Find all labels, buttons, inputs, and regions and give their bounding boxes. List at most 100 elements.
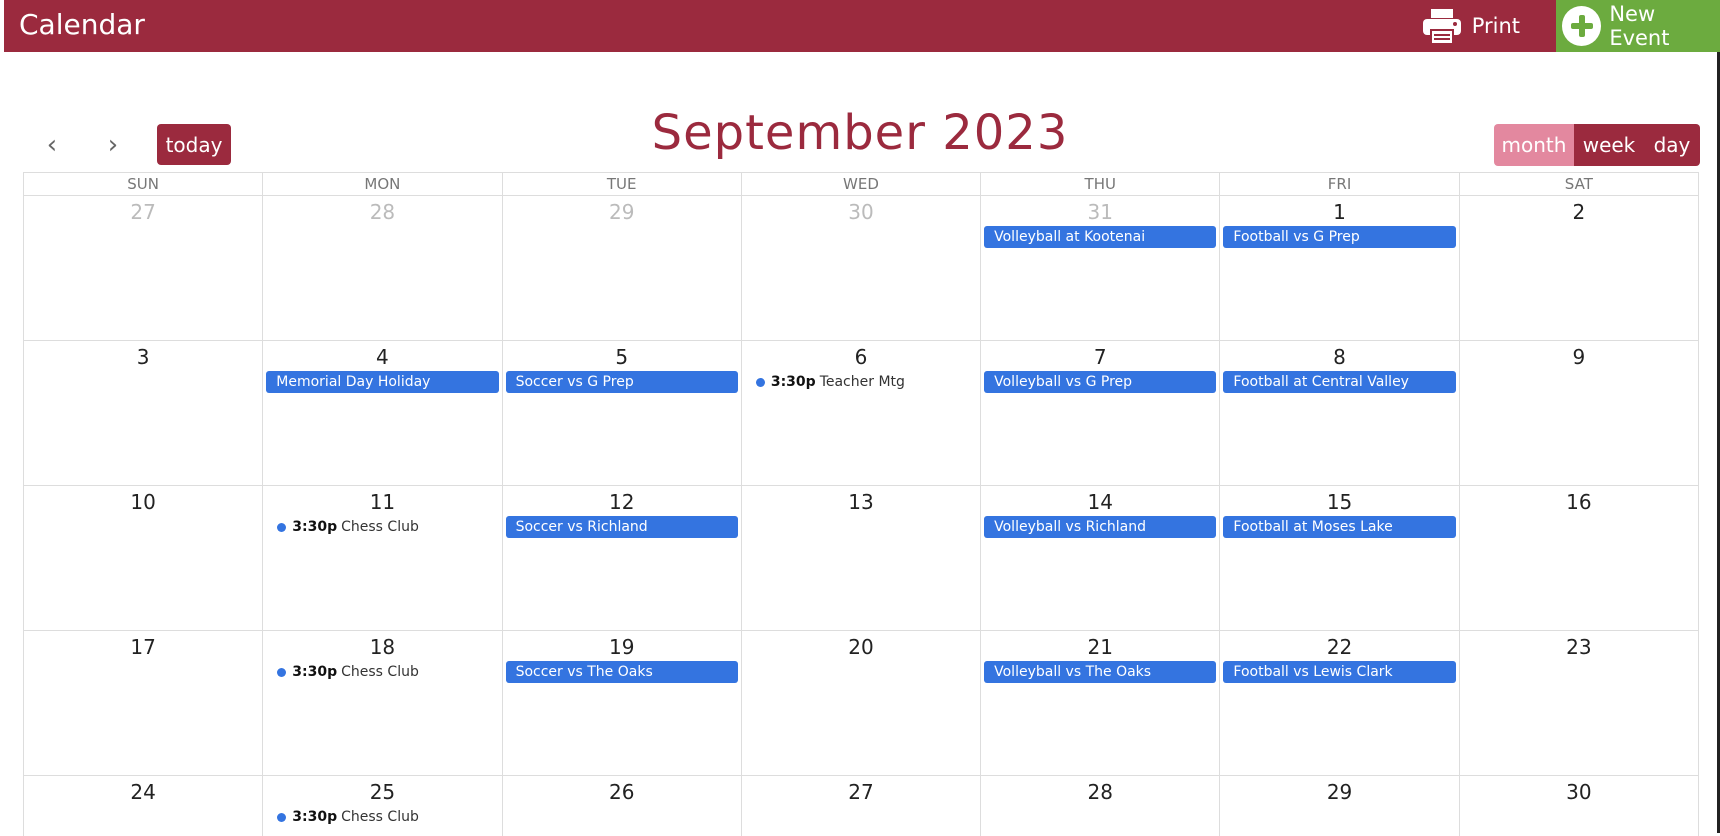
day-cell[interactable]: 18 3:30p Chess Club bbox=[262, 631, 501, 775]
day-number[interactable]: 1 bbox=[1220, 200, 1458, 224]
timed-event[interactable]: 3:30p Chess Club bbox=[277, 516, 498, 538]
day-cell[interactable]: 8 Football at Central Valley bbox=[1219, 341, 1458, 485]
event-dot-icon bbox=[277, 667, 287, 677]
day-number[interactable]: 29 bbox=[503, 200, 741, 224]
day-number[interactable]: 29 bbox=[1220, 780, 1458, 804]
day-cell[interactable]: 21 Volleyball vs The Oaks bbox=[980, 631, 1219, 775]
day-number[interactable]: 13 bbox=[742, 490, 980, 514]
week-view-button[interactable]: week bbox=[1574, 124, 1644, 166]
day-number[interactable]: 25 bbox=[263, 780, 501, 804]
print-button[interactable]: Print bbox=[1420, 0, 1520, 52]
day-number[interactable]: 3 bbox=[24, 345, 262, 369]
day-number[interactable]: 19 bbox=[503, 635, 741, 659]
day-number[interactable]: 7 bbox=[981, 345, 1219, 369]
day-number[interactable]: 30 bbox=[742, 200, 980, 224]
print-label: Print bbox=[1471, 14, 1520, 38]
day-number[interactable]: 24 bbox=[24, 780, 262, 804]
day-number[interactable]: 11 bbox=[263, 490, 501, 514]
month-view-button[interactable]: month bbox=[1494, 124, 1574, 166]
day-number[interactable]: 21 bbox=[981, 635, 1219, 659]
calendar-event[interactable]: Soccer vs G Prep bbox=[505, 371, 738, 393]
day-cell[interactable]: 13 bbox=[740, 486, 980, 630]
day-number[interactable]: 6 bbox=[742, 345, 980, 369]
weekday-label: SUN bbox=[23, 173, 262, 195]
day-cell[interactable]: 26 bbox=[501, 776, 741, 836]
day-cell[interactable]: 30 bbox=[740, 196, 980, 340]
day-number[interactable]: 28 bbox=[263, 200, 501, 224]
day-cell[interactable]: 17 bbox=[23, 631, 262, 775]
day-cell[interactable]: 11 3:30p Chess Club bbox=[262, 486, 501, 630]
day-number[interactable]: 10 bbox=[24, 490, 262, 514]
day-number[interactable]: 4 bbox=[263, 345, 501, 369]
event-dot-icon bbox=[277, 522, 287, 532]
day-number[interactable]: 31 bbox=[981, 200, 1219, 224]
day-cell[interactable]: 1 Football vs G Prep bbox=[1219, 196, 1458, 340]
day-cell[interactable]: 29 bbox=[1219, 776, 1458, 836]
day-cell[interactable]: 24 bbox=[23, 776, 262, 836]
day-number[interactable]: 22 bbox=[1220, 635, 1458, 659]
calendar-event[interactable]: Football at Moses Lake bbox=[1223, 516, 1456, 538]
calendar-event[interactable]: Soccer vs The Oaks bbox=[505, 661, 738, 683]
calendar-event[interactable]: Volleyball vs G Prep bbox=[984, 371, 1217, 393]
calendar-event[interactable]: Volleyball vs The Oaks bbox=[984, 661, 1217, 683]
day-cell[interactable]: 10 bbox=[23, 486, 262, 630]
day-number[interactable]: 17 bbox=[24, 635, 262, 659]
day-cell[interactable]: 9 bbox=[1458, 341, 1699, 485]
day-view-button[interactable]: day bbox=[1644, 124, 1700, 166]
day-cell[interactable]: 31 Volleyball at Kootenai bbox=[980, 196, 1219, 340]
day-number[interactable]: 23 bbox=[1460, 635, 1698, 659]
timed-event[interactable]: 3:30p Teacher Mtg bbox=[755, 371, 977, 393]
day-number[interactable]: 27 bbox=[742, 780, 980, 804]
day-cell[interactable]: 12 Soccer vs Richland bbox=[501, 486, 741, 630]
day-cell[interactable]: 3 bbox=[23, 341, 262, 485]
day-number[interactable]: 14 bbox=[981, 490, 1219, 514]
day-cell[interactable]: 27 bbox=[740, 776, 980, 836]
calendar-event[interactable]: Volleyball at Kootenai bbox=[984, 226, 1217, 248]
day-cell[interactable]: 16 bbox=[1458, 486, 1699, 630]
day-cell[interactable]: 25 3:30p Chess Club bbox=[262, 776, 501, 836]
day-number[interactable]: 2 bbox=[1460, 200, 1698, 224]
day-cell[interactable]: 7 Volleyball vs G Prep bbox=[980, 341, 1219, 485]
new-event-button[interactable]: New Event bbox=[1556, 0, 1720, 52]
day-cell[interactable]: 27 bbox=[23, 196, 262, 340]
calendar-event[interactable]: Football vs G Prep bbox=[1223, 226, 1456, 248]
calendar-event[interactable]: Soccer vs Richland bbox=[505, 516, 738, 538]
day-number[interactable]: 20 bbox=[742, 635, 980, 659]
day-number[interactable]: 27 bbox=[24, 200, 262, 224]
day-cell[interactable]: 28 bbox=[980, 776, 1219, 836]
event-dot-icon bbox=[277, 812, 287, 822]
calendar-event[interactable]: Football vs Lewis Clark bbox=[1223, 661, 1456, 683]
day-cell[interactable]: 29 bbox=[501, 196, 741, 340]
day-number[interactable]: 12 bbox=[503, 490, 741, 514]
day-cell[interactable]: 22 Football vs Lewis Clark bbox=[1219, 631, 1458, 775]
day-number[interactable]: 5 bbox=[503, 345, 741, 369]
day-number[interactable]: 16 bbox=[1460, 490, 1698, 514]
calendar-event[interactable]: Football at Central Valley bbox=[1223, 371, 1456, 393]
weekday-label: TUE bbox=[501, 173, 741, 195]
day-number[interactable]: 15 bbox=[1220, 490, 1458, 514]
day-number[interactable]: 9 bbox=[1460, 345, 1698, 369]
day-number[interactable]: 30 bbox=[1460, 780, 1698, 804]
day-cell[interactable]: 19 Soccer vs The Oaks bbox=[501, 631, 741, 775]
day-cell[interactable]: 28 bbox=[262, 196, 501, 340]
day-cell[interactable]: 30 bbox=[1458, 776, 1699, 836]
day-cell[interactable]: 23 bbox=[1458, 631, 1699, 775]
day-cell[interactable]: 2 bbox=[1458, 196, 1699, 340]
app-header: Calendar Print New Event bbox=[4, 0, 1720, 52]
day-cell[interactable]: 6 3:30p Teacher Mtg bbox=[740, 341, 980, 485]
day-cell[interactable]: 15 Football at Moses Lake bbox=[1219, 486, 1458, 630]
timed-event[interactable]: 3:30p Chess Club bbox=[277, 806, 498, 828]
timed-event[interactable]: 3:30p Chess Club bbox=[277, 661, 498, 683]
day-cell[interactable]: 5 Soccer vs G Prep bbox=[501, 341, 741, 485]
day-cell[interactable]: 14 Volleyball vs Richland bbox=[980, 486, 1219, 630]
calendar-event[interactable]: Memorial Day Holiday bbox=[266, 371, 499, 393]
event-title: Chess Club bbox=[341, 664, 419, 680]
day-cell[interactable]: 4 Memorial Day Holiday bbox=[262, 341, 501, 485]
day-cell[interactable]: 20 bbox=[740, 631, 980, 775]
event-dot-icon bbox=[755, 377, 765, 387]
day-number[interactable]: 8 bbox=[1220, 345, 1458, 369]
day-number[interactable]: 26 bbox=[503, 780, 741, 804]
day-number[interactable]: 18 bbox=[263, 635, 501, 659]
day-number[interactable]: 28 bbox=[981, 780, 1219, 804]
calendar-event[interactable]: Volleyball vs Richland bbox=[984, 516, 1217, 538]
